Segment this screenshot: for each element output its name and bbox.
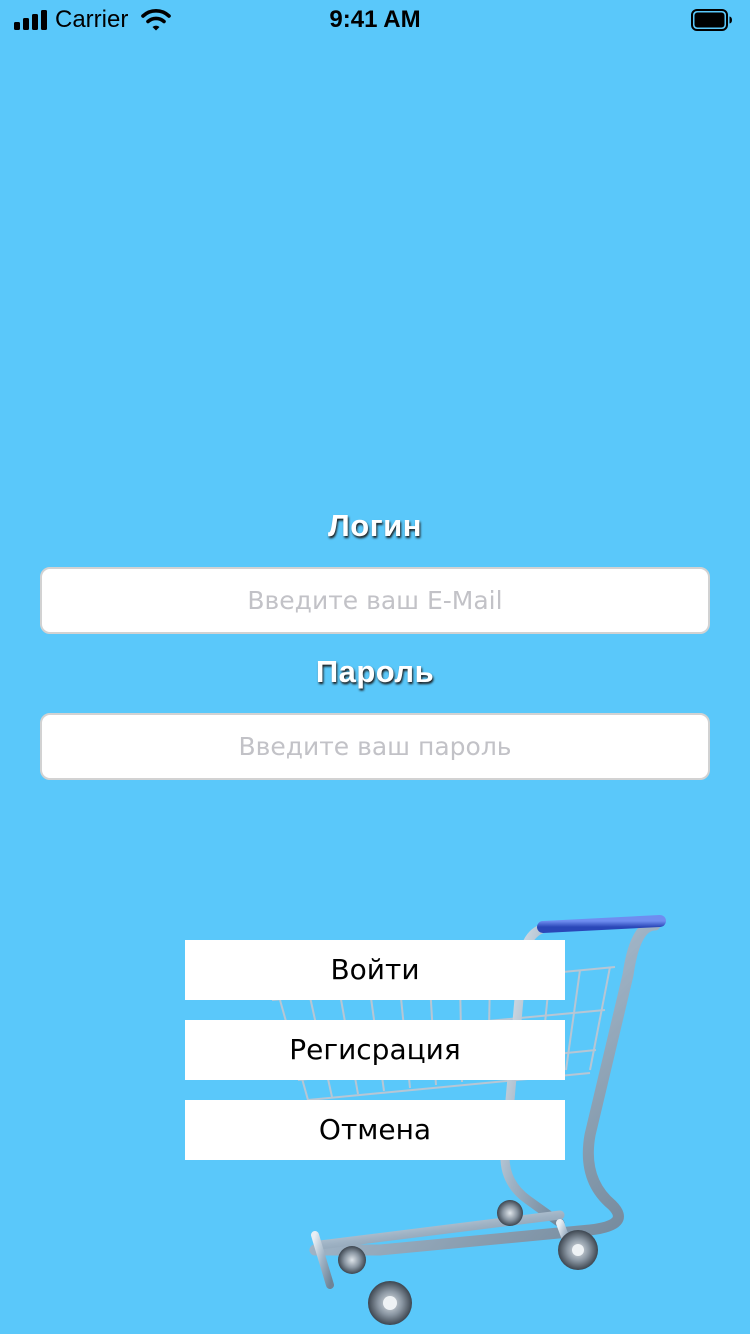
clock: 9:41 AM [329, 6, 421, 33]
cancel-button[interactable]: Отмена [185, 1100, 565, 1160]
register-button[interactable]: Регисрация [185, 1020, 565, 1080]
battery-icon [691, 9, 732, 31]
password-field[interactable] [40, 713, 710, 780]
password-label: Пароль [315, 654, 435, 689]
status-bar: Carrier 9:41 AM [0, 0, 750, 40]
login-label: Логин [328, 508, 422, 543]
email-field[interactable] [40, 567, 710, 634]
login-button[interactable]: Войти [185, 940, 565, 1000]
